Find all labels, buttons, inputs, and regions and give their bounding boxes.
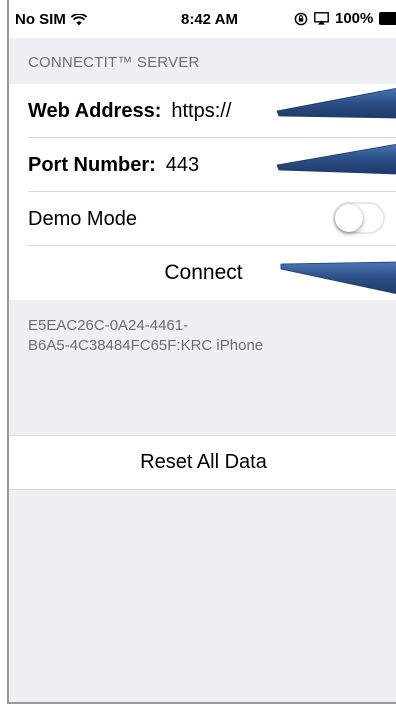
airplay-icon — [314, 12, 329, 25]
demo-mode-row: Demo Mode — [9, 192, 396, 246]
web-address-row[interactable]: Web Address: https:// — [9, 84, 396, 138]
battery-icon — [379, 12, 396, 25]
server-section-header: CONNECTIT™ SERVER — [28, 54, 200, 71]
battery-percent: 100% — [335, 10, 374, 27]
port-number-input[interactable]: 443 — [166, 154, 199, 177]
connect-row[interactable]: Connect — [9, 246, 396, 300]
reset-all-data-button[interactable]: Reset All Data — [9, 451, 396, 474]
carrier-label: No SIM — [15, 11, 66, 28]
toggle-knob — [335, 204, 363, 232]
reset-row[interactable]: Reset All Data — [9, 435, 396, 490]
wifi-icon — [70, 13, 87, 25]
device-id-line-2: B6A5-4C38484FC65F:KRC iPhone — [28, 337, 264, 354]
demo-mode-toggle[interactable] — [333, 202, 385, 234]
web-address-label: Web Address: — [28, 99, 162, 122]
device-identifier: E5EAC26C-0A24-4461- B6A5-4C38484FC65F:KR… — [28, 316, 378, 356]
demo-mode-label: Demo Mode — [28, 207, 137, 230]
carrier-group: No SIM — [15, 11, 87, 28]
status-time: 8:42 AM — [181, 11, 238, 28]
status-bar: No SIM 8:42 AM 100% — [9, 0, 396, 38]
web-address-input[interactable]: https:// — [171, 100, 231, 123]
port-number-row[interactable]: Port Number: 443 — [9, 138, 396, 192]
port-number-label: Port Number: — [28, 153, 156, 176]
app-frame: No SIM 8:42 AM 100% CONNECTIT™ SERVER We — [7, 0, 396, 704]
connect-button[interactable]: Connect — [9, 261, 396, 285]
status-right-group: 100% — [294, 10, 396, 27]
orientation-lock-icon — [294, 12, 308, 25]
device-id-line-1: E5EAC26C-0A24-4461- — [28, 317, 189, 334]
